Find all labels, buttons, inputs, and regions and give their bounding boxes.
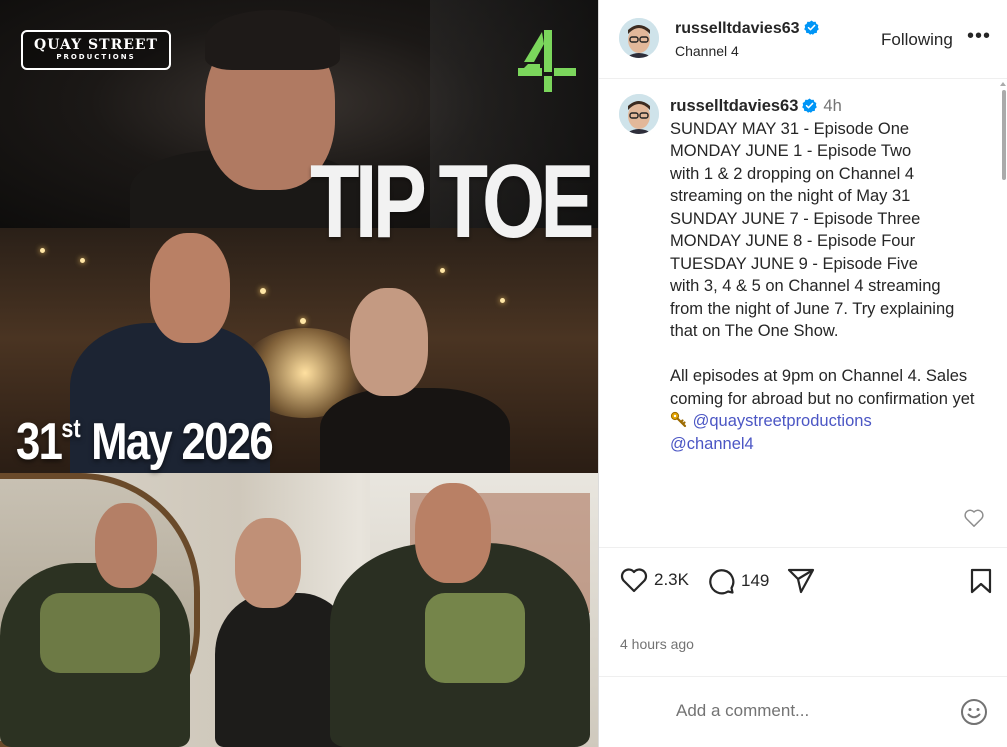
release-day: 31 — [16, 413, 63, 471]
mention-link[interactable]: @quaystreetproductions — [693, 412, 872, 430]
figure-hair — [205, 10, 340, 70]
share-icon[interactable] — [787, 567, 815, 595]
string-light — [300, 318, 306, 324]
caption-line: that on The One Show. — [670, 322, 839, 340]
following-button[interactable]: Following — [881, 30, 953, 50]
caption-line: TUESDAY JUNE 9 - Episode Five — [670, 254, 918, 273]
username[interactable]: russelltdavies63 — [675, 20, 819, 38]
caption-body: russelltdavies63 4h SUNDAY MAY 31 - Epis… — [670, 95, 990, 455]
coat-panel — [40, 593, 160, 673]
verified-badge-icon — [802, 98, 818, 113]
comment-icon[interactable] — [707, 567, 735, 595]
coat-panel — [425, 593, 525, 683]
caption-header-line: russelltdavies63 4h — [670, 95, 990, 118]
save-action[interactable] — [969, 567, 993, 595]
caption-like-heart-icon[interactable] — [963, 508, 985, 528]
avatar[interactable] — [619, 18, 659, 58]
caption-line: from the night of June 7. Try explaining — [670, 299, 955, 318]
bookmark-icon[interactable] — [969, 567, 993, 595]
comment-action[interactable]: 149 — [707, 567, 769, 595]
key-icon — [670, 411, 687, 428]
caption-line: SUNDAY MAY 31 - Episode One — [670, 119, 910, 138]
string-light — [40, 248, 45, 253]
scroll-up-arrow-icon[interactable] — [1000, 82, 1006, 86]
comment-bar — [599, 676, 1007, 747]
caption-paragraph-2: All episodes at 9pm on Channel 4. Sales … — [670, 365, 990, 455]
figure-head — [235, 518, 301, 608]
emoji-icon[interactable] — [959, 697, 989, 727]
image-panel-bottom — [0, 473, 598, 747]
logo-line2: PRODUCTIONS — [56, 53, 136, 61]
caption-username[interactable]: russelltdavies63 — [670, 97, 798, 115]
show-title: TIP TOE — [310, 144, 594, 260]
release-date: 31st May 2026 — [16, 413, 274, 471]
string-light — [260, 288, 266, 294]
caption-line: MONDAY JUNE 1 - Episode Two — [670, 142, 912, 160]
like-action[interactable]: 2.3K — [620, 567, 689, 593]
heart-icon[interactable] — [620, 567, 648, 593]
action-bar: 2.3K 149 — [599, 547, 1007, 615]
caption-line: with 3, 4 & 5 on Channel 4 streaming — [670, 277, 941, 295]
quay-street-productions-logo: QUAY STREET PRODUCTIONS — [21, 30, 171, 70]
more-options-button[interactable]: ••• — [967, 26, 991, 46]
mention-link[interactable]: @channel4 — [670, 435, 754, 453]
string-light — [80, 258, 85, 263]
figure-head — [95, 503, 157, 588]
logo-line1: QUAY STREET — [34, 37, 158, 53]
comment-count[interactable]: 149 — [741, 571, 769, 591]
figure-head — [150, 233, 230, 343]
caption-line: MONDAY JUNE 8 - Episode Four — [670, 232, 916, 250]
avatar-face-icon — [619, 18, 659, 58]
figure-coat — [320, 388, 510, 473]
caption-avatar[interactable] — [619, 94, 659, 134]
caption-section: russelltdavies63 4h SUNDAY MAY 31 - Epis… — [599, 80, 1007, 546]
header-subtitle[interactable]: Channel 4 — [675, 43, 739, 59]
release-rest: May 2026 — [91, 413, 274, 471]
avatar-face-icon — [619, 94, 659, 134]
string-light — [440, 268, 445, 273]
post-image[interactable]: QUAY STREET PRODUCTIONS TIP TOE 31st May… — [0, 0, 598, 747]
caption-line: streaming on the night of May 31 — [670, 187, 911, 205]
string-light — [500, 298, 505, 303]
caption-time[interactable]: 4h — [823, 97, 841, 115]
username-text[interactable]: russelltdavies63 — [675, 20, 800, 37]
post-sidebar: russelltdavies63 Channel 4 Following •••… — [598, 0, 1007, 747]
caption-line: with 1 & 2 dropping on Channel 4 — [670, 164, 915, 183]
figure-head — [415, 483, 491, 583]
post-header: russelltdavies63 Channel 4 Following ••• — [599, 0, 1007, 79]
release-suffix: st — [61, 413, 81, 443]
channel4-logo-icon — [518, 30, 576, 92]
figure-head — [350, 288, 428, 396]
caption-line: SUNDAY JUNE 7 - Episode Three — [670, 209, 921, 228]
comment-input[interactable] — [676, 701, 946, 721]
like-count[interactable]: 2.3K — [654, 570, 689, 590]
caption-scrollbar[interactable] — [1002, 90, 1006, 180]
post-timestamp[interactable]: 4 hours ago — [620, 636, 694, 652]
caption-para2-text: All episodes at 9pm on Channel 4. Sales … — [670, 367, 975, 408]
share-action[interactable] — [787, 567, 815, 595]
verified-badge-icon — [803, 20, 819, 35]
